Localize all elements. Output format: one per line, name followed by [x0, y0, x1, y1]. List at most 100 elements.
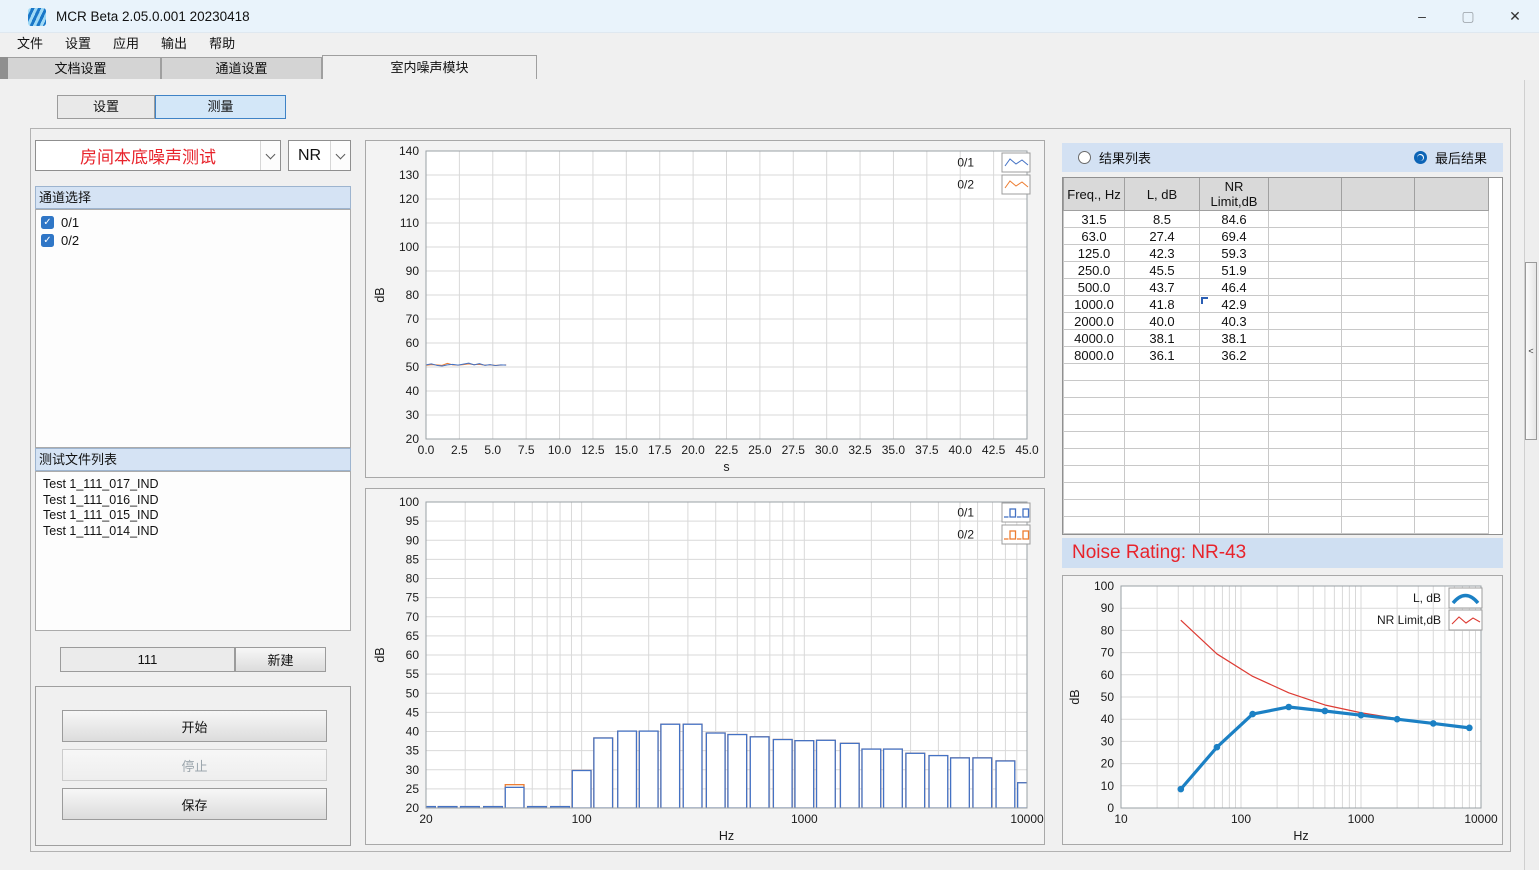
- table-cell[interactable]: [1269, 245, 1342, 262]
- table-cell[interactable]: 51.9: [1200, 262, 1269, 279]
- table-cell[interactable]: 41.8: [1125, 296, 1200, 313]
- table-cell[interactable]: [1415, 296, 1489, 313]
- subtab-2[interactable]: 测量: [155, 95, 286, 119]
- table-cell[interactable]: 31.5: [1064, 211, 1125, 228]
- menu-item-3[interactable]: 应用: [102, 33, 150, 55]
- close-button[interactable]: ✕: [1492, 0, 1538, 32]
- menu-item-2[interactable]: 设置: [54, 33, 102, 55]
- channel-item[interactable]: ✓0/2: [36, 231, 350, 249]
- column-header[interactable]: [1415, 178, 1489, 211]
- table-cell[interactable]: [1415, 330, 1489, 347]
- table-row[interactable]: 125.042.359.3: [1064, 245, 1489, 262]
- table-cell[interactable]: 59.3: [1200, 245, 1269, 262]
- start-button[interactable]: 开始: [62, 710, 327, 742]
- table-cell[interactable]: [1415, 313, 1489, 330]
- column-header[interactable]: [1269, 178, 1342, 211]
- table-cell[interactable]: 8.5: [1125, 211, 1200, 228]
- stop-button[interactable]: 停止: [62, 749, 327, 781]
- list-item[interactable]: Test 1_111_015_IND: [36, 508, 350, 524]
- table-row[interactable]: 4000.038.138.1: [1064, 330, 1489, 347]
- new-button[interactable]: 新建: [235, 647, 326, 672]
- table-cell[interactable]: [1269, 296, 1342, 313]
- table-cell[interactable]: 250.0: [1064, 262, 1125, 279]
- table-cell[interactable]: [1269, 228, 1342, 245]
- checkbox-checked-icon[interactable]: ✓: [41, 216, 54, 229]
- subtab-1[interactable]: 设置: [57, 95, 155, 119]
- table-cell[interactable]: 36.1: [1125, 347, 1200, 364]
- column-header[interactable]: [1342, 178, 1415, 211]
- table-cell[interactable]: 38.1: [1125, 330, 1200, 347]
- table-cell[interactable]: 42.3: [1125, 245, 1200, 262]
- table-row[interactable]: 2000.040.040.3: [1064, 313, 1489, 330]
- menu-item-1[interactable]: 文件: [6, 33, 54, 55]
- column-header[interactable]: NR Limit,dB: [1200, 178, 1269, 211]
- table-cell[interactable]: [1342, 330, 1415, 347]
- dropdown-arrow-icon[interactable]: [330, 141, 350, 170]
- table-cell[interactable]: [1269, 279, 1342, 296]
- table-cell[interactable]: 500.0: [1064, 279, 1125, 296]
- tab-3[interactable]: 室内噪声模块: [322, 55, 537, 79]
- table-cell[interactable]: 43.7: [1125, 279, 1200, 296]
- table-cell[interactable]: [1342, 296, 1415, 313]
- table-cell[interactable]: [1269, 211, 1342, 228]
- table-cell[interactable]: [1269, 330, 1342, 347]
- table-cell[interactable]: [1415, 211, 1489, 228]
- table-cell[interactable]: 4000.0: [1064, 330, 1125, 347]
- test-type-combobox[interactable]: 房间本底噪声测试: [35, 140, 281, 171]
- table-cell[interactable]: [1342, 262, 1415, 279]
- table-cell[interactable]: [1415, 245, 1489, 262]
- dropdown-arrow-icon[interactable]: [260, 141, 280, 170]
- minimize-button[interactable]: –: [1399, 0, 1445, 32]
- table-row[interactable]: 500.043.746.4: [1064, 279, 1489, 296]
- table-cell[interactable]: [1342, 313, 1415, 330]
- table-cell[interactable]: 42.9: [1200, 296, 1269, 313]
- maximize-button[interactable]: ▢: [1445, 0, 1491, 32]
- table-row[interactable]: 8000.036.136.2: [1064, 347, 1489, 364]
- tab-1[interactable]: 文档设置: [0, 57, 161, 79]
- save-button[interactable]: 保存: [62, 788, 327, 820]
- radio-icon[interactable]: [1078, 151, 1091, 164]
- table-row[interactable]: 31.58.584.6: [1064, 211, 1489, 228]
- checkbox-checked-icon[interactable]: ✓: [41, 234, 54, 247]
- table-cell[interactable]: [1269, 262, 1342, 279]
- radio-selected-icon[interactable]: [1414, 151, 1427, 164]
- table-cell[interactable]: 36.2: [1200, 347, 1269, 364]
- table-cell[interactable]: [1415, 279, 1489, 296]
- table-cell[interactable]: [1269, 313, 1342, 330]
- list-item[interactable]: Test 1_111_014_IND: [36, 524, 350, 540]
- menu-item-5[interactable]: 帮助: [198, 33, 246, 55]
- table-cell[interactable]: [1342, 279, 1415, 296]
- table-cell[interactable]: [1415, 228, 1489, 245]
- table-cell[interactable]: 27.4: [1125, 228, 1200, 245]
- table-cell[interactable]: 38.1: [1200, 330, 1269, 347]
- collapse-panel-handle[interactable]: <: [1525, 262, 1537, 440]
- table-cell[interactable]: 46.4: [1200, 279, 1269, 296]
- list-item[interactable]: Test 1_111_017_IND: [36, 477, 350, 493]
- table-cell[interactable]: 63.0: [1064, 228, 1125, 245]
- table-cell[interactable]: 69.4: [1200, 228, 1269, 245]
- column-header[interactable]: Freq., Hz: [1064, 178, 1125, 211]
- table-row[interactable]: 63.027.469.4: [1064, 228, 1489, 245]
- test-name-field[interactable]: 111: [60, 647, 235, 672]
- channel-item[interactable]: ✓0/1: [36, 213, 350, 231]
- table-cell[interactable]: [1342, 347, 1415, 364]
- table-cell[interactable]: 45.5: [1125, 262, 1200, 279]
- table-cell[interactable]: [1342, 245, 1415, 262]
- table-cell[interactable]: [1269, 347, 1342, 364]
- column-header[interactable]: L, dB: [1125, 178, 1200, 211]
- menu-item-4[interactable]: 输出: [150, 33, 198, 55]
- table-cell[interactable]: 1000.0: [1064, 296, 1125, 313]
- list-item[interactable]: Test 1_111_016_IND: [36, 493, 350, 509]
- table-cell[interactable]: [1415, 262, 1489, 279]
- table-cell[interactable]: 8000.0: [1064, 347, 1125, 364]
- table-cell[interactable]: [1342, 211, 1415, 228]
- tab-2[interactable]: 通道设置: [161, 57, 322, 79]
- table-cell[interactable]: 40.0: [1125, 313, 1200, 330]
- result-list-radio[interactable]: 结果列表: [1078, 148, 1151, 167]
- table-cell[interactable]: 84.6: [1200, 211, 1269, 228]
- last-result-radio[interactable]: 最后结果: [1414, 148, 1487, 167]
- table-cell[interactable]: [1415, 347, 1489, 364]
- table-cell[interactable]: 125.0: [1064, 245, 1125, 262]
- table-cell[interactable]: 40.3: [1200, 313, 1269, 330]
- table-cell[interactable]: 2000.0: [1064, 313, 1125, 330]
